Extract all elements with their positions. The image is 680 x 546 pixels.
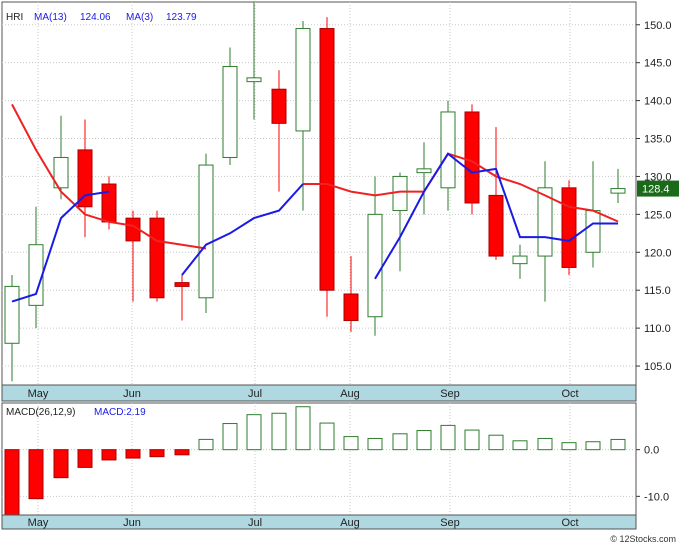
macd-bar bbox=[537, 437, 553, 451]
macd-legend-item: MACD(26,12,9) bbox=[6, 407, 75, 418]
macd-bar bbox=[512, 440, 528, 451]
candle-body bbox=[222, 65, 238, 158]
candle-body bbox=[585, 210, 601, 253]
macd-bar bbox=[174, 449, 190, 456]
legend-item: 124.06 bbox=[80, 12, 111, 23]
price-tick-label: 145.0 bbox=[644, 58, 672, 70]
macd-bar bbox=[488, 434, 504, 451]
macd-bar bbox=[416, 430, 432, 451]
price-tick-label: 105.0 bbox=[644, 361, 672, 373]
price-month-label: May bbox=[28, 388, 49, 400]
macd-bar bbox=[392, 433, 408, 451]
macd-bar bbox=[440, 424, 456, 451]
legend-item: MA(13) bbox=[34, 12, 67, 23]
macd-month-label: Jul bbox=[248, 517, 262, 529]
macd-legend-item: MACD:2.19 bbox=[94, 407, 146, 418]
candle-body bbox=[367, 213, 383, 318]
macd-bar bbox=[271, 412, 287, 451]
candle-body bbox=[512, 255, 528, 265]
macd-bar bbox=[343, 436, 359, 451]
macd-month-label: Jun bbox=[123, 517, 141, 529]
macd-bar bbox=[101, 449, 117, 461]
candle-body bbox=[464, 111, 480, 204]
price-panel: 105.0110.0115.0120.0125.0130.0135.0140.0… bbox=[1, 1, 679, 402]
macd-bar bbox=[198, 438, 214, 451]
candle-body bbox=[610, 188, 626, 194]
price-tick-label: 150.0 bbox=[644, 20, 672, 32]
macd-bar bbox=[125, 449, 141, 459]
macd-bar bbox=[246, 414, 262, 451]
macd-bar bbox=[295, 406, 311, 451]
candle-body bbox=[271, 88, 287, 124]
legend-item: HRI bbox=[6, 12, 23, 23]
candle-body bbox=[4, 285, 20, 344]
candle-body bbox=[246, 77, 262, 83]
macd-tick-label: -10.0 bbox=[644, 491, 669, 503]
price-tick-label: 120.0 bbox=[644, 247, 672, 259]
candle-body bbox=[149, 217, 165, 299]
candle-body bbox=[319, 28, 335, 291]
candle-body bbox=[343, 293, 359, 322]
macd-month-label: Sep bbox=[440, 517, 460, 529]
macd-bar bbox=[610, 438, 626, 451]
price-tick-label: 140.0 bbox=[644, 96, 672, 108]
last-price-label: 128.4 bbox=[642, 184, 670, 196]
macd-bar bbox=[319, 422, 335, 451]
legend-item: MA(3) bbox=[126, 12, 153, 23]
macd-bar bbox=[4, 449, 20, 516]
candle-body bbox=[440, 111, 456, 189]
macd-bar bbox=[367, 437, 383, 451]
macd-bar bbox=[222, 423, 238, 451]
price-month-label: Jun bbox=[123, 388, 141, 400]
macd-plot-area bbox=[1, 402, 637, 516]
stock-chart: 105.0110.0115.0120.0125.0130.0135.0140.0… bbox=[1, 1, 679, 544]
macd-tick-label: 0.0 bbox=[644, 445, 659, 457]
macd-bar bbox=[561, 442, 577, 451]
candle-body bbox=[174, 282, 190, 287]
macd-bar bbox=[149, 449, 165, 458]
price-month-label: Jul bbox=[248, 388, 262, 400]
macd-bar bbox=[77, 449, 93, 468]
macd-bar bbox=[585, 441, 601, 451]
macd-bar bbox=[464, 429, 480, 451]
candle-body bbox=[101, 183, 117, 223]
price-tick-label: 110.0 bbox=[644, 323, 671, 335]
macd-month-label: May bbox=[28, 517, 49, 529]
price-month-label: Oct bbox=[561, 388, 578, 400]
candle-body bbox=[392, 175, 408, 212]
macd-month-label: Aug bbox=[340, 517, 360, 529]
price-legend: HRI MA(13) 124.06 MA(3) 123.79 bbox=[6, 12, 197, 23]
candle-body bbox=[295, 28, 311, 132]
macd-panel: 0.0 -10.0 May Jun Jul Aug Sep Oct MACD(26,12,9) M… bbox=[1, 402, 669, 530]
macd-bar bbox=[28, 449, 44, 500]
macd-month-label: Oct bbox=[561, 517, 578, 529]
price-tick-label: 125.0 bbox=[644, 209, 672, 221]
price-month-band bbox=[1, 384, 637, 402]
price-tick-label: 115.0 bbox=[644, 285, 671, 297]
candle-body bbox=[561, 187, 577, 268]
legend-item: 123.79 bbox=[166, 12, 197, 23]
candle-body bbox=[77, 149, 93, 208]
macd-month-band bbox=[1, 514, 637, 530]
candle-body bbox=[198, 164, 214, 299]
credit-text: © 12Stocks.com bbox=[610, 534, 676, 544]
macd-bar bbox=[53, 449, 69, 479]
candle-body bbox=[488, 194, 504, 257]
candle-body bbox=[416, 168, 432, 174]
price-tick-label: 135.0 bbox=[644, 134, 672, 146]
price-month-label: Sep bbox=[440, 388, 460, 400]
price-month-label: Aug bbox=[340, 388, 360, 400]
